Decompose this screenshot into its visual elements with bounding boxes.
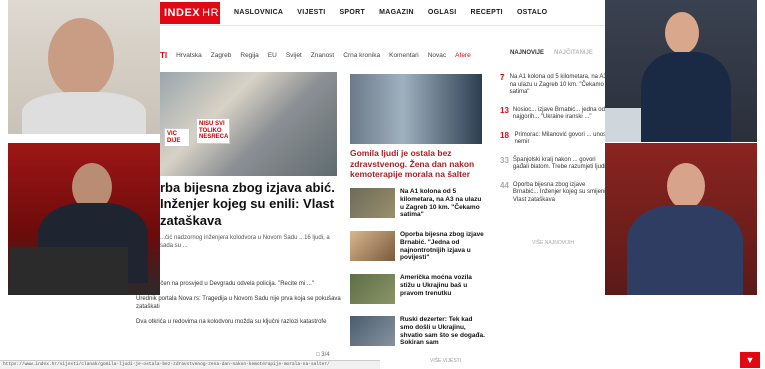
story-item[interactable]: Oporba bijesna zbog izjave Brnabić. "Jed… <box>350 231 485 271</box>
story-thumbnail <box>350 188 395 218</box>
story-title: Na A1 kolona od 5 kilometara, na A3 na u… <box>400 188 482 219</box>
news-time: 18 <box>500 130 509 140</box>
news-time: 7 <box>500 73 505 82</box>
more-news-link[interactable]: VIŠE VIJESTI <box>430 358 461 364</box>
subnav-afere[interactable]: Afere <box>455 52 471 59</box>
section-prefix: TI <box>160 50 168 60</box>
subnav-svijet[interactable]: Svijet <box>286 52 302 59</box>
news-time: 33 <box>500 155 509 165</box>
subnav-znanost[interactable]: Znanost <box>311 52 335 59</box>
webcam-feed <box>8 143 160 295</box>
nav-menu: NASLOVNICA VIJESTI SPORT MAGAZIN OGLASI … <box>234 9 547 16</box>
latest-news-item[interactable]: 44 Oporba bijesna zbog izjave Brnabić...… <box>500 180 610 205</box>
webcam-feed <box>605 143 757 295</box>
nav-item-naslovnica[interactable]: NASLOVNICA <box>234 9 283 16</box>
subnav-eu[interactable]: EU <box>268 52 277 59</box>
related-links: ...je povučen na prosvjed u Devgradu odv… <box>136 280 346 333</box>
featured-headline[interactable]: Gomila ljudi je ostala bez zdravstvenog.… <box>350 148 480 180</box>
story-item[interactable]: Ruski dezerter: Tek kad smo došli u Ukra… <box>350 316 485 356</box>
comment-count-value: 3/4 <box>321 352 330 358</box>
subnav-hrvatska[interactable]: Hrvatska <box>176 52 202 59</box>
related-link[interactable]: ...je povučen na prosvjed u Devgradu odv… <box>136 280 346 288</box>
nav-item-magazin[interactable]: MAGAZIN <box>379 9 414 16</box>
logo-text: INDEX <box>164 6 201 19</box>
webcam-feed <box>8 0 160 134</box>
news-tabs: NAJNOVIJE NAJČITANIJE <box>510 50 610 56</box>
protest-sign: VIC DIJE <box>164 128 190 148</box>
person-head <box>665 12 699 54</box>
more-latest-link[interactable]: VIŠE NAJNOVIJIH <box>532 240 574 246</box>
story-thumbnail <box>350 316 395 346</box>
person-body <box>627 205 743 295</box>
site-logo[interactable]: INDEX HR <box>160 1 220 24</box>
subnav-novac[interactable]: Novac <box>428 52 446 59</box>
laptop <box>605 108 641 142</box>
related-link[interactable]: Dva otkrića u redovima na kolodvoru možd… <box>136 318 346 326</box>
news-time: 13 <box>500 105 509 115</box>
news-title: Nosioc... izjave Brnabić... jedna od naj… <box>512 106 605 121</box>
comment-count[interactable]: □ 3/4 <box>316 352 330 358</box>
news-time: 44 <box>500 180 509 190</box>
hero-subtitle: ...čić nadzornog inženjera kolodvora u N… <box>160 235 330 249</box>
subnav-regija[interactable]: Regija <box>240 52 258 59</box>
hero-headline[interactable]: rba bijesna zbog izjava abić. Inženjer k… <box>160 180 340 229</box>
person-head <box>667 163 705 209</box>
webcam-feed <box>605 0 757 142</box>
news-title: Španjolski kralj nakon ... govori gađali… <box>512 156 606 171</box>
screen: INDEX HR NASLOVNICA VIJESTI SPORT MAGAZIN… <box>0 0 765 369</box>
tab-najcitanije[interactable]: NAJČITANIJE <box>554 50 593 56</box>
person-body <box>22 92 146 134</box>
nav-item-recepti[interactable]: RECEPTI <box>470 9 502 16</box>
news-title: Na A1 kolona od 5 kilometara, na A3 na u… <box>509 74 607 95</box>
logo-suffix: HR <box>202 6 220 19</box>
featured-image[interactable] <box>350 74 482 144</box>
nav-item-vijesti[interactable]: VIJESTI <box>297 9 325 16</box>
broadcast-logo: ▼ <box>740 352 760 368</box>
story-item[interactable]: Američka mоćna vozila stižu u Ukrajinu b… <box>350 274 485 314</box>
latest-news-item[interactable]: 13 Nosioc... izjave Brnabić... jedna od … <box>500 105 610 122</box>
subnav-crna-kronika[interactable]: Crna kronika <box>343 52 380 59</box>
browser-status-url: https://www.index.hr/vijesti/clanak/gomi… <box>0 360 380 369</box>
story-title: Oporba bijesna zbog izjave Brnabić. "Jed… <box>400 231 484 262</box>
latest-news-list: 7 Na A1 kolona od 5 kilometara, na A3 na… <box>500 74 610 214</box>
subnav-zagreb[interactable]: Zagreb <box>211 52 232 59</box>
hero-image[interactable]: NISU SVI TOLIKO NESRECA VIC DIJE <box>160 72 337 176</box>
top-navigation: INDEX HR NASLOVNICA VIJESTI SPORT MAGAZIN… <box>160 0 605 26</box>
news-title: Oporba bijesna zbog izjave Brnabić... In… <box>512 181 610 203</box>
related-link[interactable]: Urednik portala Nova rs: Tragedija u Nov… <box>136 295 346 311</box>
story-thumbnail <box>350 231 395 261</box>
monitor <box>10 247 128 293</box>
story-thumbnail <box>350 274 395 304</box>
tab-najnovije[interactable]: NAJNOVIJE <box>510 50 544 56</box>
nav-item-oglasi[interactable]: OGLASI <box>428 9 457 16</box>
news-title: Primorac: Milanović govori ... unosi nem… <box>514 131 608 146</box>
story-title: Američka mоćna vozila stižu u Ukrajinu b… <box>400 274 472 297</box>
story-title: Ruski dezerter: Tek kad smo došli u Ukra… <box>400 316 485 347</box>
section-navigation: TI Hrvatska Zagreb Regija EU Svijet Znan… <box>160 48 495 62</box>
latest-news-item[interactable]: 18 Primorac: Milanović govori ... unosi … <box>500 130 610 147</box>
nav-item-ostalo[interactable]: OSTALO <box>517 9 547 16</box>
latest-news-item[interactable]: 33 Španjolski kralj nakon ... govori gađ… <box>500 155 610 172</box>
person-body <box>641 52 731 142</box>
subnav-komentari[interactable]: Komentari <box>389 52 419 59</box>
nav-item-sport[interactable]: SPORT <box>339 9 365 16</box>
latest-news-item[interactable]: 7 Na A1 kolona od 5 kilometara, na A3 na… <box>500 74 610 97</box>
person-head <box>48 18 114 98</box>
protest-sign: NISU SVI TOLIKO NESRECA <box>196 118 230 144</box>
story-item[interactable]: Na A1 kolona od 5 kilometara, na A3 na u… <box>350 188 485 228</box>
